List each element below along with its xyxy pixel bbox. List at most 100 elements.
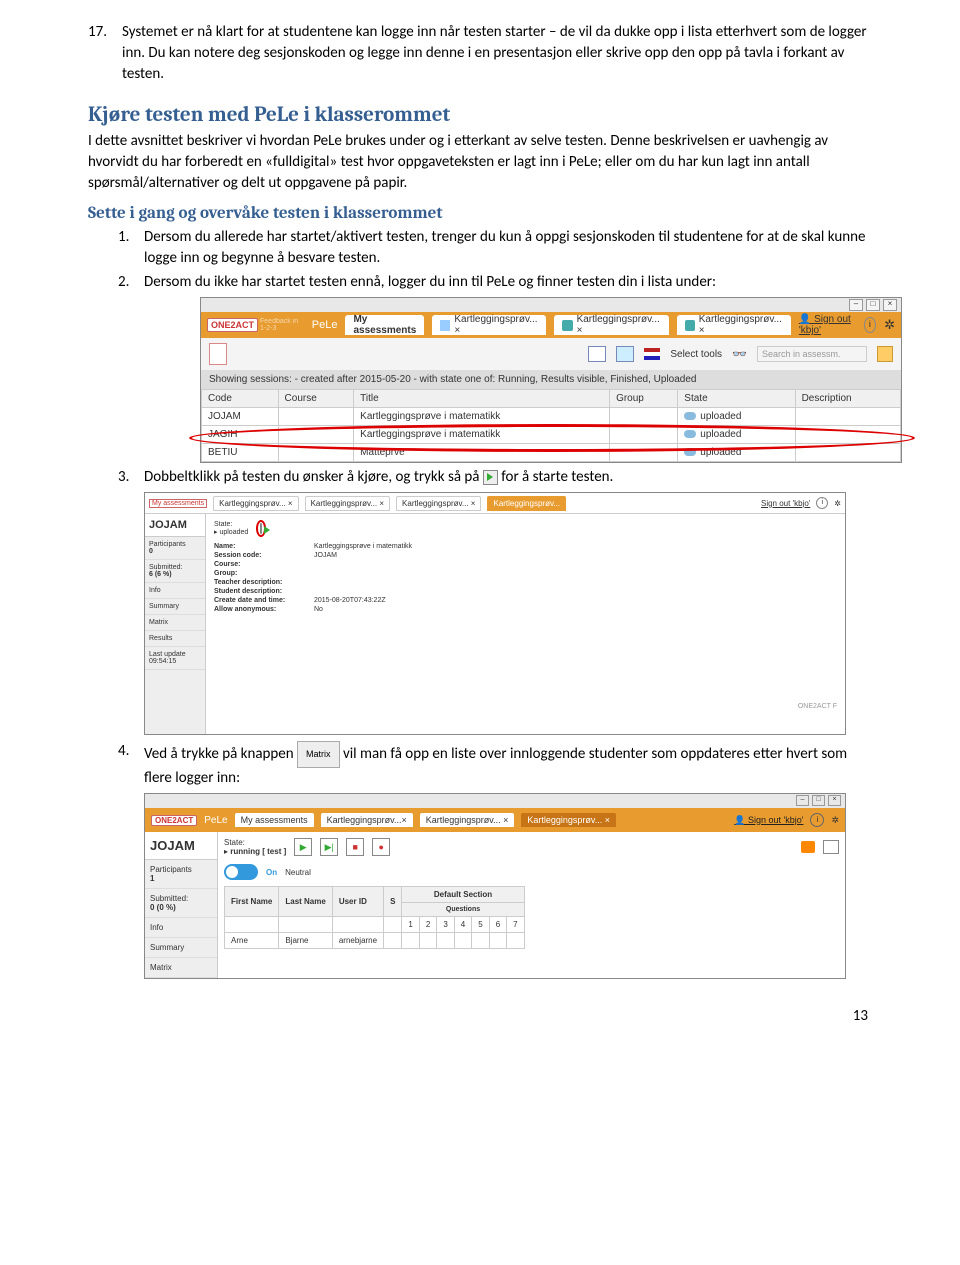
assessments-table: Code Course Title Group State Descriptio… — [201, 389, 901, 462]
play-button[interactable] — [260, 523, 262, 534]
col-code[interactable]: Code — [202, 390, 279, 408]
step-3-text: Dobbeltklikk på testen du ønsker å kjøre… — [144, 467, 872, 488]
sign-out-link[interactable]: 👤 Sign out 'kbjo' — [799, 314, 856, 336]
sidebar-submitted[interactable]: Submitted:0 (0 %) — [145, 889, 217, 918]
tab-my-assessments[interactable]: My assessments — [345, 315, 424, 335]
cloud-icon — [684, 448, 696, 456]
tab[interactable]: Kartleggingsprøv... × — [305, 496, 390, 511]
sidebar-matrix[interactable]: Matrix — [145, 958, 217, 978]
sidebar-summary[interactable]: Summary — [145, 938, 217, 958]
chat-icon[interactable] — [801, 841, 815, 853]
toggle-on[interactable] — [224, 864, 258, 880]
table-row[interactable]: BETIUMatteprveuploaded — [202, 444, 901, 462]
red-highlight-circle — [256, 520, 266, 537]
flag-icon[interactable] — [644, 348, 660, 360]
pele-label: PeLe — [312, 319, 338, 331]
paragraph-kjore-testen: I dette avsnittet beskriver vi hvordan P… — [88, 131, 872, 194]
heading-sette-i-gang: Sette i gang og overvåke testen i klasse… — [88, 204, 872, 223]
col-state[interactable]: State — [678, 390, 795, 408]
tab-active[interactable]: Kartleggingsprøv... × — [521, 813, 616, 827]
skip-button[interactable]: ▶| — [320, 838, 338, 856]
funnel-icon[interactable] — [588, 346, 606, 362]
window-minimize-icon[interactable]: – — [849, 299, 863, 311]
col-group[interactable]: Group — [610, 390, 678, 408]
table-row[interactable]: JAGIHKartleggingsprøve i matematikkuploa… — [202, 426, 901, 444]
gear-icon[interactable]: ✲ — [834, 499, 841, 508]
sign-out-link[interactable]: 👤 Sign out 'kbjo' — [734, 815, 803, 826]
gear-icon[interactable]: ✲ — [884, 317, 895, 333]
info-icon[interactable]: i — [816, 497, 828, 509]
info-icon[interactable]: i — [864, 317, 876, 333]
binoculars-icon[interactable]: 👓 — [732, 347, 747, 361]
record-button[interactable]: ● — [372, 838, 390, 856]
step-3-number: 3. — [118, 467, 144, 488]
col-user-id[interactable]: User ID — [332, 887, 383, 917]
one2act-logo: ONE2ACT — [151, 815, 197, 826]
col-last-name[interactable]: Last Name — [279, 887, 332, 917]
col-course[interactable]: Course — [278, 390, 354, 408]
col-first-name[interactable]: First Name — [225, 887, 279, 917]
reload-icon[interactable] — [616, 346, 634, 362]
window-close-icon[interactable]: × — [828, 795, 841, 806]
gear-icon[interactable]: ✲ — [831, 815, 839, 826]
sidebar-summary[interactable]: Summary — [145, 599, 205, 615]
page-number: 13 — [88, 1007, 872, 1025]
sidebar-info[interactable]: Info — [145, 583, 205, 599]
tab-icon — [685, 320, 695, 331]
pele-label: PeLe — [204, 815, 227, 826]
window-minimize-icon[interactable]: – — [796, 795, 809, 806]
footer-brand: ONE2ACT F — [214, 703, 837, 710]
sidebar-matrix[interactable]: Matrix — [145, 615, 205, 631]
col-title[interactable]: Title — [354, 390, 610, 408]
sidebar-participants[interactable]: Participants0 — [145, 537, 205, 560]
tab-kartlegging-1[interactable]: Kartleggingsprøv... × — [432, 315, 546, 335]
window-maximize-icon[interactable]: □ — [866, 299, 880, 311]
search-input[interactable]: Search in assessm. — [757, 346, 867, 362]
tab-icon — [440, 320, 450, 331]
tab[interactable]: Kartleggingsprøv...× — [321, 813, 413, 827]
filter-summary-band: Showing sessions: - created after 2015-0… — [201, 370, 901, 389]
info-icon[interactable]: i — [810, 813, 824, 827]
window-close-icon[interactable]: × — [883, 299, 897, 311]
grid-icon[interactable] — [877, 346, 893, 362]
stop-button[interactable]: ■ — [346, 838, 364, 856]
new-document-icon[interactable] — [209, 343, 227, 365]
tab[interactable]: Kartleggingsprøv... × — [213, 496, 298, 511]
session-code: JOJAM — [145, 514, 205, 537]
select-tools-label[interactable]: Select tools — [670, 349, 722, 360]
tab-kartlegging-3[interactable]: Kartleggingsprøv... × — [677, 315, 791, 335]
expand-icon[interactable] — [823, 840, 839, 854]
item-17-text: Systemet er nå klart for at studentene k… — [122, 22, 872, 85]
session-code: JOJAM — [145, 832, 217, 860]
table-row[interactable]: ArneBjarnearnebjarne — [225, 933, 525, 949]
sidebar-submitted[interactable]: Submitted:6 (6 %) — [145, 560, 205, 583]
tab-my-assessments[interactable]: My assessments — [235, 813, 314, 827]
col-description[interactable]: Description — [795, 390, 900, 408]
sidebar-results[interactable]: Results — [145, 631, 205, 647]
sidebar-info[interactable]: Info — [145, 918, 217, 938]
screenshot-test-details: My assessments Kartleggingsprøv... × Kar… — [144, 492, 846, 735]
screenshot-running-matrix: –□× ONE2ACT PeLe My assessments Kartlegg… — [144, 793, 846, 979]
tab-icon — [562, 320, 572, 331]
tab[interactable]: Kartleggingsprøv... × — [396, 496, 481, 511]
tab[interactable]: Kartleggingsprøv... × — [420, 813, 515, 827]
tab-active[interactable]: Kartleggingsprøv... — [487, 496, 566, 511]
play-icon — [483, 470, 498, 485]
sign-out-link[interactable]: Sign out 'kbjo' — [761, 499, 810, 508]
tab-kartlegging-2[interactable]: Kartleggingsprøv... × — [554, 315, 668, 335]
col-s[interactable]: S — [384, 887, 402, 917]
window-maximize-icon[interactable]: □ — [812, 795, 825, 806]
matrix-button-inline: Matrix — [297, 741, 340, 768]
sidebar-last-update: Last update09:54:15 — [145, 647, 205, 670]
neutral-label: Neutral — [285, 868, 311, 877]
step-4-text: Ved å trykke på knappen Matrix vil man f… — [144, 741, 872, 789]
step-4-number: 4. — [118, 741, 144, 762]
table-row[interactable]: JOJAMKartleggingsprøve i matematikkuploa… — [202, 408, 901, 426]
col-questions: Questions — [402, 903, 524, 917]
play-button[interactable]: ▶ — [294, 838, 312, 856]
sidebar-participants[interactable]: Participants1 — [145, 860, 217, 889]
step-2-number: 2. — [118, 272, 144, 293]
screenshot-assessments-list: –□× ONE2ACT Feedback in 1-2-3 PeLe My as… — [200, 297, 902, 463]
step-1-number: 1. — [118, 227, 144, 248]
participants-table: First Name Last Name User ID S Default S… — [224, 886, 525, 949]
